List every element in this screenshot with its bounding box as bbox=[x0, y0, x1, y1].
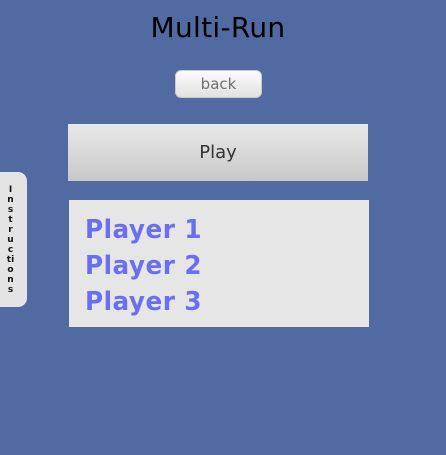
play-button[interactable]: Play bbox=[68, 124, 368, 181]
instructions-tab[interactable]: Instructions bbox=[0, 172, 27, 307]
instructions-label: Instructions bbox=[6, 184, 15, 295]
player-item[interactable]: Player 3 bbox=[85, 284, 340, 320]
player-item[interactable]: Player 2 bbox=[85, 248, 340, 284]
back-button[interactable]: back bbox=[175, 70, 262, 98]
page-title: Multi-Run bbox=[150, 11, 286, 44]
player-item[interactable]: Player 1 bbox=[85, 212, 340, 248]
player-list: Player 1 Player 2 Player 3 bbox=[69, 200, 369, 327]
